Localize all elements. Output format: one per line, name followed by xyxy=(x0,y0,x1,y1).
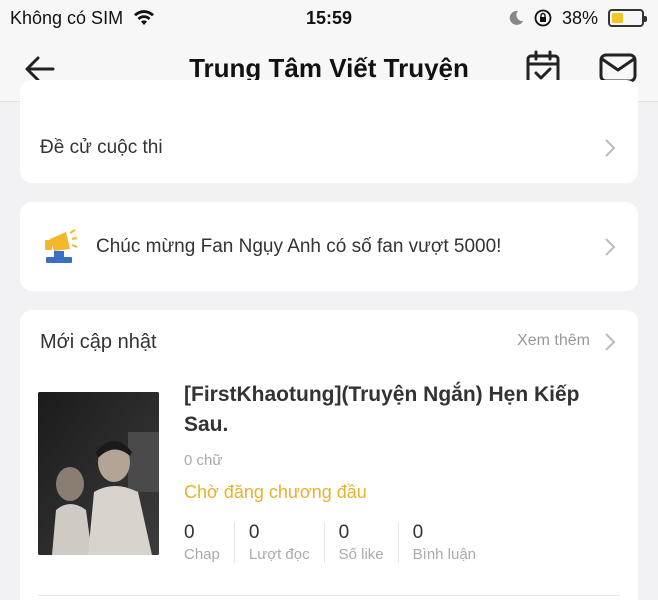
menu-card: Đề cử cuộc thi xyxy=(20,80,638,183)
chevron-right-icon xyxy=(605,238,616,256)
story-title[interactable]: [FirstKhaotung](Truyện Ngắn) Hẹn Kiếp Sa… xyxy=(184,380,604,440)
status-left: Không có SIM xyxy=(10,8,155,29)
contest-nomination-item[interactable]: Đề cử cuộc thi xyxy=(20,128,638,168)
stat-label: Lượt đọc xyxy=(248,546,310,563)
stat-value: 0 xyxy=(412,522,424,543)
stat-comments: 0 Bình luận xyxy=(413,522,490,563)
status-right: 38% xyxy=(508,7,647,29)
notice-card[interactable]: Chúc mừng Fan Ngụy Anh có số fan vượt 50… xyxy=(20,202,638,291)
stat-label: Bình luận xyxy=(412,546,477,563)
chevron-right-icon xyxy=(605,139,616,157)
stat-label: Chap xyxy=(184,546,220,563)
stat-chap: 0 Chap xyxy=(184,522,235,563)
stat-likes: 0 Số like xyxy=(339,522,399,563)
stat-value: 0 xyxy=(184,522,195,543)
recent-section-header: Mới cập nhật Xem thêm xyxy=(20,324,638,360)
notice-text: Chúc mừng Fan Ngụy Anh có số fan vượt 50… xyxy=(96,236,502,257)
stat-value: 0 xyxy=(338,522,350,543)
chevron-right-icon[interactable] xyxy=(604,332,616,352)
word-count: 0 chữ xyxy=(184,452,223,469)
carrier-text: Không có SIM xyxy=(10,7,124,28)
rotation-lock-icon xyxy=(534,9,552,27)
wifi-icon xyxy=(134,10,155,25)
status-bar: Không có SIM 15:59 38% xyxy=(0,0,658,36)
stat-label: Số like xyxy=(338,546,384,563)
battery-icon xyxy=(608,9,647,27)
story-stats: 0 Chap 0 Lượt đọc 0 Số like 0 Bình luận xyxy=(184,522,504,563)
story-status: Chờ đăng chương đầu xyxy=(184,482,367,502)
stat-value: 0 xyxy=(248,522,260,543)
battery-percent: 38% xyxy=(561,7,598,28)
recent-title: Mới cập nhật xyxy=(40,330,157,353)
notice-item[interactable]: Chúc mừng Fan Ngụy Anh có số fan vượt 50… xyxy=(20,224,638,270)
divider xyxy=(38,595,620,596)
megaphone-trophy-icon xyxy=(45,229,78,263)
moon-icon xyxy=(509,10,523,25)
recent-updates-card: Mới cập nhật Xem thêm [FirstKhaotung](Tr… xyxy=(20,310,638,600)
see-more-link[interactable]: Xem thêm xyxy=(517,332,590,350)
story-cover-image[interactable] xyxy=(38,392,159,555)
contest-label: Đề cử cuộc thi xyxy=(40,137,163,158)
battery-fill xyxy=(612,13,623,23)
stat-reads: 0 Lượt đọc xyxy=(249,522,325,563)
